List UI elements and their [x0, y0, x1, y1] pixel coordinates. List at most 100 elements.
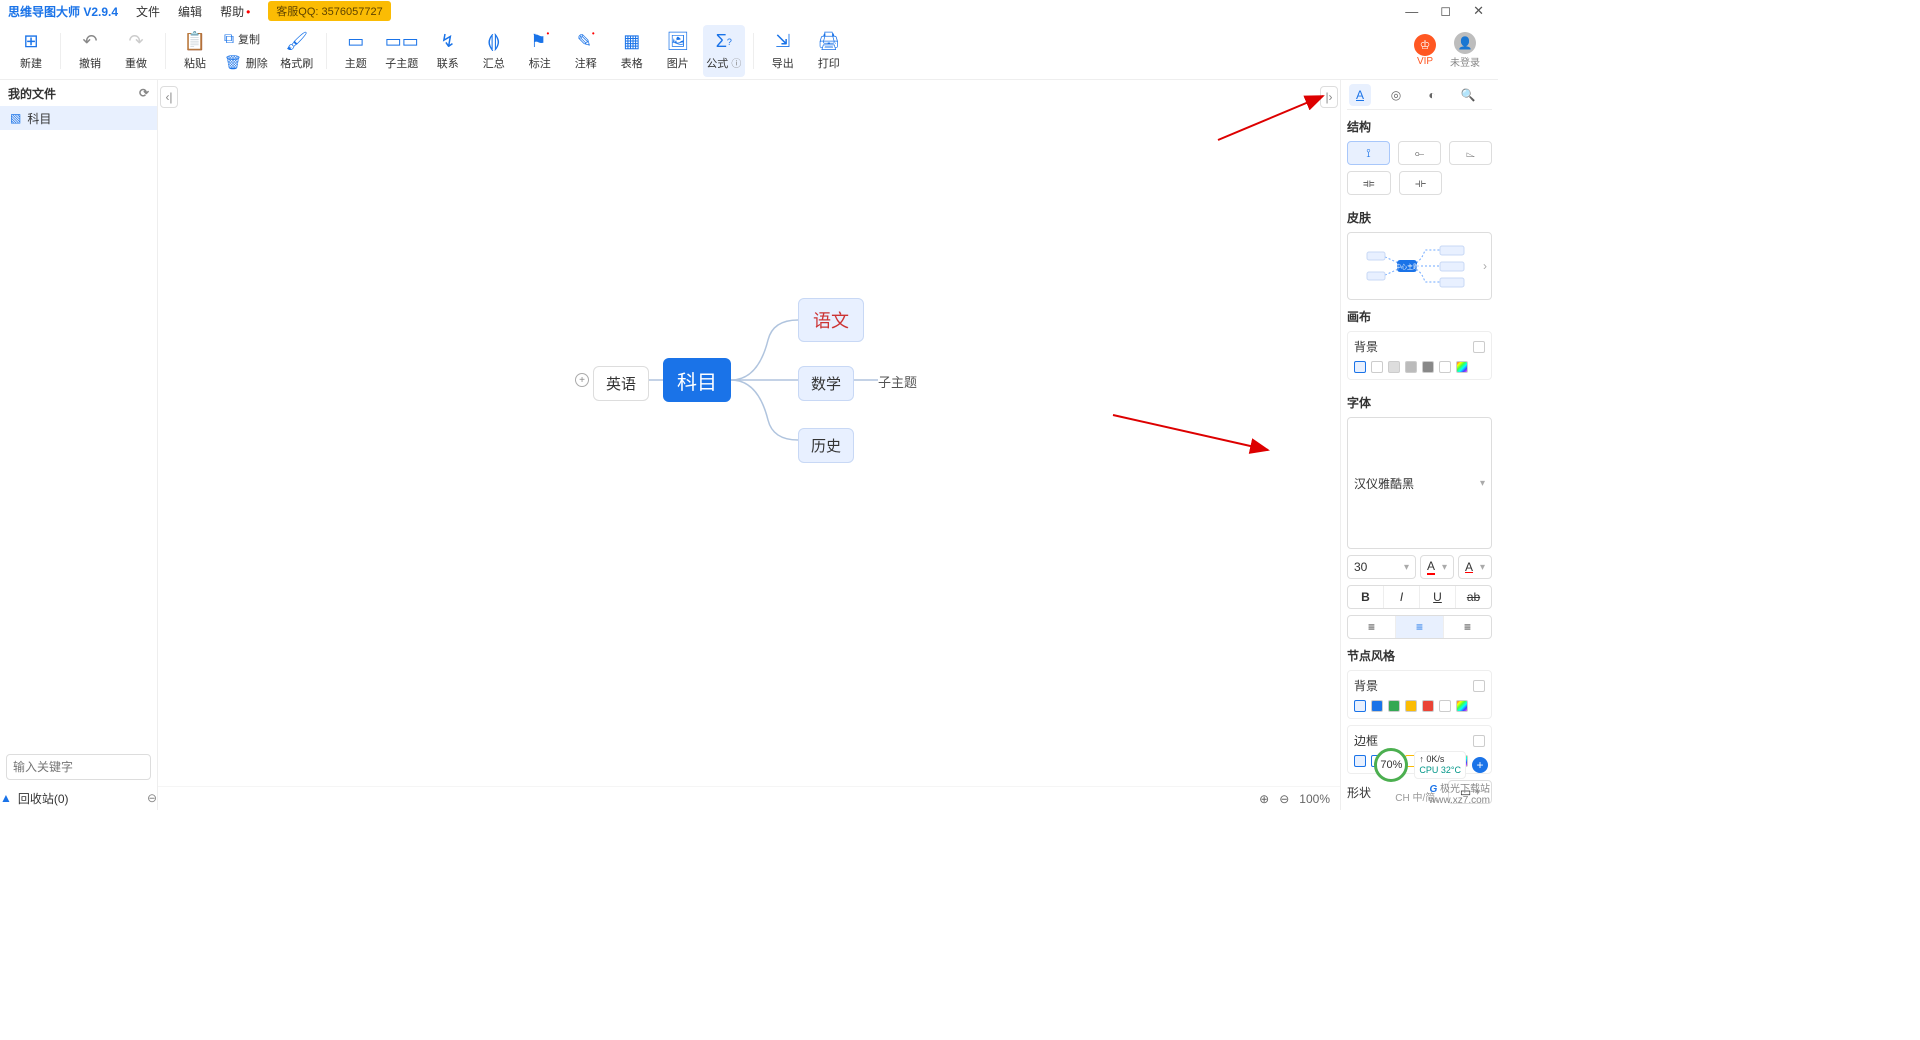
menu-file[interactable]: 文件	[136, 3, 160, 20]
tab-theme[interactable]: ◐	[1421, 84, 1443, 106]
menu-help[interactable]: 帮助•	[220, 3, 250, 20]
child-node-2[interactable]: 数学	[798, 366, 854, 401]
nb6[interactable]	[1439, 700, 1451, 712]
file-item[interactable]: ▧ 科目	[0, 106, 157, 130]
text-color-select[interactable]: A▾	[1420, 555, 1454, 579]
child-node-1[interactable]: 语文	[798, 298, 864, 342]
window-minimize-icon[interactable]: —	[1405, 4, 1418, 19]
mark-button[interactable]: ⚑•标注	[519, 25, 561, 77]
canvas[interactable]: 科目 语文 数学 历史 英语 + 子主题	[158, 80, 1340, 810]
bold-button[interactable]: B	[1348, 586, 1384, 608]
file-item-label: 科目	[27, 110, 51, 127]
italic-button[interactable]: I	[1384, 586, 1420, 608]
underline-button[interactable]: U	[1420, 586, 1456, 608]
bg-c4[interactable]	[1405, 361, 1417, 373]
collapse-right-handle[interactable]: |›	[1320, 86, 1338, 108]
nb4[interactable]	[1405, 700, 1417, 712]
bg-color-row	[1354, 361, 1485, 373]
child-node-3[interactable]: 历史	[798, 428, 854, 463]
recycle-label: 回收站(0)	[18, 790, 69, 807]
font-size-select[interactable]: 30▾	[1347, 555, 1416, 579]
topic-button[interactable]: ▭主题	[335, 25, 377, 77]
menu-edit[interactable]: 编辑	[178, 3, 202, 20]
nb2[interactable]	[1371, 700, 1383, 712]
perf-widget[interactable]: 70% ↑ 0K/s CPU 32°C +	[1374, 748, 1488, 782]
collapse-icon[interactable]: ⊖	[147, 791, 157, 805]
undo-button[interactable]: ↶撤销	[69, 25, 111, 77]
svg-text:中心主题: 中心主题	[1394, 263, 1418, 271]
qq-badge[interactable]: 客服QQ: 3576057727	[268, 1, 390, 21]
mindmap-file-icon: ▧	[10, 111, 21, 125]
structure-1[interactable]: ⟟	[1347, 141, 1390, 165]
strike-button[interactable]: ab	[1456, 586, 1491, 608]
bg-c1[interactable]	[1354, 361, 1366, 373]
nb5[interactable]	[1422, 700, 1434, 712]
paste-button[interactable]: 📋粘贴	[174, 25, 216, 77]
center-node[interactable]: 科目	[663, 358, 731, 402]
structure-3[interactable]: ⌳	[1449, 141, 1492, 165]
refresh-icon[interactable]: ⟳	[139, 86, 149, 100]
summary-button[interactable]: ⟬⟭汇总	[473, 25, 515, 77]
bg-c5[interactable]	[1422, 361, 1434, 373]
vip-label: VIP	[1417, 56, 1433, 67]
chevron-right-icon: ›	[1483, 259, 1487, 273]
bg-custom[interactable]	[1456, 361, 1468, 373]
relation-button[interactable]: ↯联系	[427, 25, 469, 77]
tab-style[interactable]: A	[1349, 84, 1371, 106]
bg-swatch[interactable]	[1473, 341, 1485, 353]
delete-button[interactable]: 🗑删除	[218, 52, 274, 74]
tab-search[interactable]: 🔍	[1457, 84, 1479, 106]
highlight-color-select[interactable]: A▾	[1458, 555, 1492, 579]
toolbar: ⊞新建 ↶撤销 ↷重做 📋粘贴 ⧉复制 🗑删除 🖌格式刷 ▭主题 ▭▭子主题 ↯…	[0, 22, 1498, 80]
copy-button[interactable]: ⧉复制	[218, 28, 274, 50]
align-center-button[interactable]: ≡	[1396, 616, 1444, 638]
leaf-node[interactable]: 子主题	[878, 372, 917, 391]
image-button[interactable]: 🖼图片	[657, 25, 699, 77]
align-left-button[interactable]: ≡	[1348, 616, 1396, 638]
export-button[interactable]: ⇲导出	[762, 25, 804, 77]
format-painter-button[interactable]: 🖌格式刷	[276, 25, 318, 77]
table-button[interactable]: ▦表格	[611, 25, 653, 77]
note-button[interactable]: ✎•注释	[565, 25, 607, 77]
zoom-out-icon[interactable]: ⊖	[1279, 792, 1289, 806]
bg-c2[interactable]	[1371, 361, 1383, 373]
avatar-icon[interactable]: 👤	[1454, 32, 1476, 54]
node-bg-swatch[interactable]	[1473, 680, 1485, 692]
window-close-icon[interactable]: ✕	[1473, 3, 1484, 19]
nb1[interactable]	[1354, 700, 1366, 712]
subtopic-button[interactable]: ▭▭子主题	[381, 25, 423, 77]
redo-button[interactable]: ↷重做	[115, 25, 157, 77]
skin-preview[interactable]: 中心主题 ›	[1347, 232, 1492, 300]
align-right-button[interactable]: ≡	[1444, 616, 1491, 638]
vip-icon[interactable]: ♔	[1414, 34, 1436, 56]
structure-4[interactable]: ⟚	[1347, 171, 1391, 195]
bg-c6[interactable]	[1439, 361, 1451, 373]
window-maximize-icon[interactable]: ◻	[1440, 3, 1451, 19]
nb7[interactable]	[1456, 700, 1468, 712]
print-button[interactable]: 🖨打印	[808, 25, 850, 77]
bd1[interactable]	[1354, 755, 1366, 767]
tab-outline[interactable]: ◎	[1385, 84, 1407, 106]
sidebar-left: 我的文件 ⟳ ▧ 科目 🔍 ▲ 回收站(0) ⊖	[0, 80, 158, 810]
collapse-left-handle[interactable]: ‹|	[160, 86, 178, 108]
formula-button[interactable]: Σ?公式 ⓘ	[703, 25, 745, 77]
login-label: 未登录	[1450, 54, 1480, 69]
search-input[interactable]: 🔍	[6, 754, 151, 780]
status-bar: ⊕ ⊖ 100%	[158, 786, 1340, 810]
expand-left-icon[interactable]: +	[575, 373, 589, 387]
left-node[interactable]: 英语	[593, 366, 649, 401]
perf-plus-icon[interactable]: +	[1472, 757, 1488, 773]
watermark: G 极光下载站 www.xz7.com	[1429, 784, 1490, 806]
border-swatch[interactable]	[1473, 735, 1485, 747]
zoom-level: 100%	[1299, 792, 1330, 806]
new-button[interactable]: ⊞新建	[10, 25, 52, 77]
section-skin: 皮肤	[1347, 209, 1492, 226]
recycle-bin[interactable]: ▲ 回收站(0) ⊖	[0, 786, 157, 810]
locate-icon[interactable]: ⊕	[1259, 792, 1269, 806]
structure-2[interactable]: ⟜	[1398, 141, 1441, 165]
font-family-select[interactable]: 汉仪雅酷黑▾	[1347, 417, 1492, 549]
nb3[interactable]	[1388, 700, 1400, 712]
bg-c3[interactable]	[1388, 361, 1400, 373]
node-bg-label: 背景	[1354, 677, 1469, 694]
structure-5[interactable]: ⟛	[1399, 171, 1443, 195]
